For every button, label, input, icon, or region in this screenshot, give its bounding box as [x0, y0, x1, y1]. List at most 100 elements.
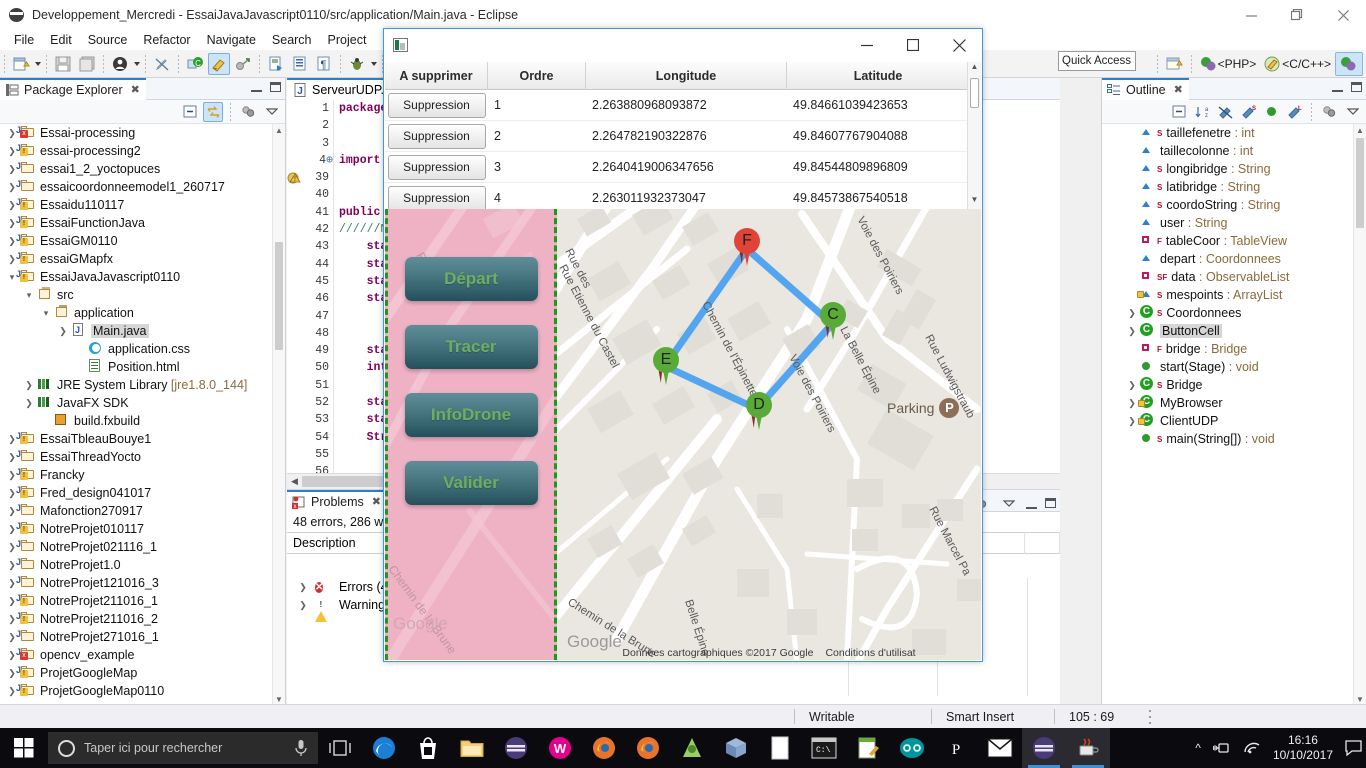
- taskbar-editor[interactable]: [846, 728, 890, 768]
- view-menu-icon[interactable]: [238, 102, 258, 122]
- package-explorer-item[interactable]: ❯ J Main.java: [0, 322, 272, 340]
- tab-package-explorer[interactable]: Package Explorer ✖: [0, 77, 146, 100]
- package-explorer-item[interactable]: ❯! J EssaiGM0110: [0, 232, 272, 250]
- tab-problems[interactable]: x Problems ✖: [287, 489, 388, 512]
- scrollbar-thumb[interactable]: [970, 78, 979, 108]
- package-explorer-item[interactable]: ❯ J NotreProjet271016_1: [0, 628, 272, 646]
- outline-item[interactable]: ❯ C MyBrowser: [1102, 394, 1353, 412]
- quick-access-input[interactable]: Quick Access: [1058, 51, 1136, 71]
- maximize-panel-icon[interactable]: [1045, 498, 1056, 508]
- chevron-right-icon[interactable]: ❯: [1124, 326, 1140, 337]
- javafx-maximize-button[interactable]: [890, 29, 936, 61]
- chevron-right-icon[interactable]: ❯: [21, 380, 37, 391]
- parking-poi[interactable]: Parking P: [887, 398, 960, 418]
- package-explorer-item[interactable]: ❯! J ProjetGoogleMap: [0, 664, 272, 682]
- package-explorer-item[interactable]: ❯ J NotreProjet121016_3: [0, 574, 272, 592]
- javafx-close-button[interactable]: [936, 29, 982, 61]
- column-ordre[interactable]: Ordre: [488, 62, 586, 90]
- outline-tree[interactable]: Staillefenetre : int taillecolonne : int S…: [1102, 124, 1353, 706]
- package-explorer-item[interactable]: ❯ J NotreProjet021116_1: [0, 538, 272, 556]
- chevron-right-icon[interactable]: ❯: [295, 600, 311, 611]
- google-map[interactable]: Rue des Rue Etienne du Castel Chemin de …: [557, 209, 981, 660]
- map-marker-C[interactable]: C: [820, 302, 846, 340]
- pencil-disabled-icon[interactable]: [151, 53, 173, 75]
- chevron-down-icon[interactable]: [261, 102, 281, 122]
- package-explorer-item[interactable]: ❯! Jessai-processing2: [0, 142, 272, 160]
- outline-item[interactable]: depart : Coordonnees: [1102, 250, 1353, 268]
- person-icon[interactable]: [109, 53, 131, 75]
- taskbar-mail[interactable]: [978, 728, 1022, 768]
- wifi-icon[interactable]: [1243, 741, 1261, 755]
- chevron-down-icon[interactable]: [998, 493, 1018, 513]
- package-explorer-item[interactable]: ❯! J Fred_design041017: [0, 484, 272, 502]
- tab-outline[interactable]: Outline ✖: [1102, 77, 1189, 100]
- taskbar-edge[interactable]: [362, 728, 406, 768]
- menu-project[interactable]: Project: [320, 32, 375, 48]
- table-body[interactable]: Suppression 1 2.263880968093872 49.84661039…: [385, 90, 981, 209]
- taskbar-terminal[interactable]: C:\: [802, 728, 846, 768]
- package-explorer-item[interactable]: application.css: [0, 340, 272, 358]
- editor-marker-gutter[interactable]: !: [287, 100, 303, 473]
- outline-item[interactable]: ❯ C ClientUDP: [1102, 412, 1353, 430]
- package-explorer-item[interactable]: ❯! J ProjetGoogleMap0110: [0, 682, 272, 700]
- package-explorer-item[interactable]: ❯ JavaFX SDK: [0, 394, 272, 412]
- scroll-down-icon[interactable]: ▼: [968, 195, 981, 209]
- table-row[interactable]: Suppression 1 2.263880968093872 49.84661039…: [385, 90, 981, 121]
- menu-refactor[interactable]: Refactor: [135, 32, 198, 48]
- hide-nonpublic-icon[interactable]: [1261, 102, 1281, 122]
- chevron-right-icon[interactable]: ❯: [1124, 308, 1140, 319]
- scroll-up-icon[interactable]: ▲: [1354, 124, 1366, 137]
- chevron-down-icon[interactable]: ▾: [21, 290, 37, 301]
- package-explorer-item[interactable]: ▾ src: [0, 286, 272, 304]
- outline-item[interactable]: start(Stage) : void: [1102, 358, 1353, 376]
- minimize-panel-icon[interactable]: [1026, 498, 1037, 509]
- package-explorer-item[interactable]: ▾! J EssaiJavaJavascript0110: [0, 268, 272, 286]
- person-dropdown-icon[interactable]: [132, 53, 141, 75]
- menu-navigate[interactable]: Navigate: [199, 32, 264, 48]
- map-terms-link[interactable]: Conditions d'utilisat: [825, 647, 915, 659]
- scrollbar-thumb[interactable]: [1356, 138, 1364, 228]
- package-explorer-item[interactable]: ❯! J EssaiFunctionJava: [0, 214, 272, 232]
- menu-edit[interactable]: Edit: [42, 32, 80, 48]
- package-explorer-item[interactable]: ❯ Jessaicoordonneemodel1_260717: [0, 178, 272, 196]
- outline-item[interactable]: Slatibridge : String: [1102, 178, 1353, 196]
- save-all-icon[interactable]: [76, 53, 98, 75]
- chevron-down-icon[interactable]: ▾: [38, 308, 54, 319]
- refresh-green-icon[interactable]: C: [184, 53, 206, 75]
- usb-device-icon[interactable]: [1212, 741, 1231, 755]
- taskbar-search-input[interactable]: Taper ici pour rechercher: [48, 732, 318, 764]
- suppression-button[interactable]: Suppression: [387, 92, 486, 118]
- javafx-minimize-button[interactable]: [844, 29, 890, 61]
- taskbar-arduino[interactable]: [890, 728, 934, 768]
- chevron-right-icon[interactable]: ❯: [55, 326, 71, 337]
- outline-scrollbar[interactable]: ▲ ▼: [1353, 124, 1366, 706]
- taskbar-wampserver[interactable]: W: [538, 728, 582, 768]
- scrollbar-thumb[interactable]: [275, 242, 283, 350]
- export-icon[interactable]: [265, 53, 287, 75]
- new-dropdown-icon[interactable]: [33, 53, 42, 75]
- package-explorer-item[interactable]: ❯ J Mafonction270917: [0, 502, 272, 520]
- package-explorer-tree[interactable]: ❯ x J Essai-processing ❯ ! J essai-processing2 ❯…: [0, 124, 272, 706]
- maximize-panel-icon[interactable]: [270, 81, 281, 92]
- depart-button[interactable]: Départ: [404, 257, 538, 301]
- package-explorer-item[interactable]: ❯! J NotreProjet211016_1: [0, 592, 272, 610]
- table-row[interactable]: Suppression 4 2.263011932373047 49.84573867…: [385, 183, 981, 209]
- package-explorer-item[interactable]: ❯! J NotreProjet211016_2: [0, 610, 272, 628]
- taskbar-firefox-1[interactable]: [582, 728, 626, 768]
- collapse-all-icon[interactable]: [1169, 102, 1189, 122]
- outline-item[interactable]: Slongibridge : String: [1102, 160, 1353, 178]
- outline-item[interactable]: taillecolonne : int: [1102, 142, 1353, 160]
- map-marker-F[interactable]: F: [734, 228, 760, 266]
- package-explorer-scrollbar[interactable]: ▲ ▼: [272, 124, 285, 706]
- perspective-php[interactable]: <PHP>: [1196, 52, 1261, 76]
- taskbar-clock[interactable]: 16:16 10/10/2017: [1273, 733, 1333, 763]
- coordinates-table[interactable]: A supprimer Ordre Longitude Latitude Sup…: [385, 62, 981, 209]
- menu-search[interactable]: Search: [264, 32, 320, 48]
- new-icon[interactable]: [10, 53, 32, 75]
- package-explorer-item[interactable]: build.fxbuild: [0, 412, 272, 430]
- collapse-all-icon[interactable]: [180, 102, 200, 122]
- taskbar-firefox-2[interactable]: [626, 728, 670, 768]
- package-explorer-item[interactable]: ❯! J Francky: [0, 466, 272, 484]
- chevron-right-icon[interactable]: ❯: [21, 398, 37, 409]
- outline-item[interactable]: Staillefenetre : int: [1102, 124, 1353, 142]
